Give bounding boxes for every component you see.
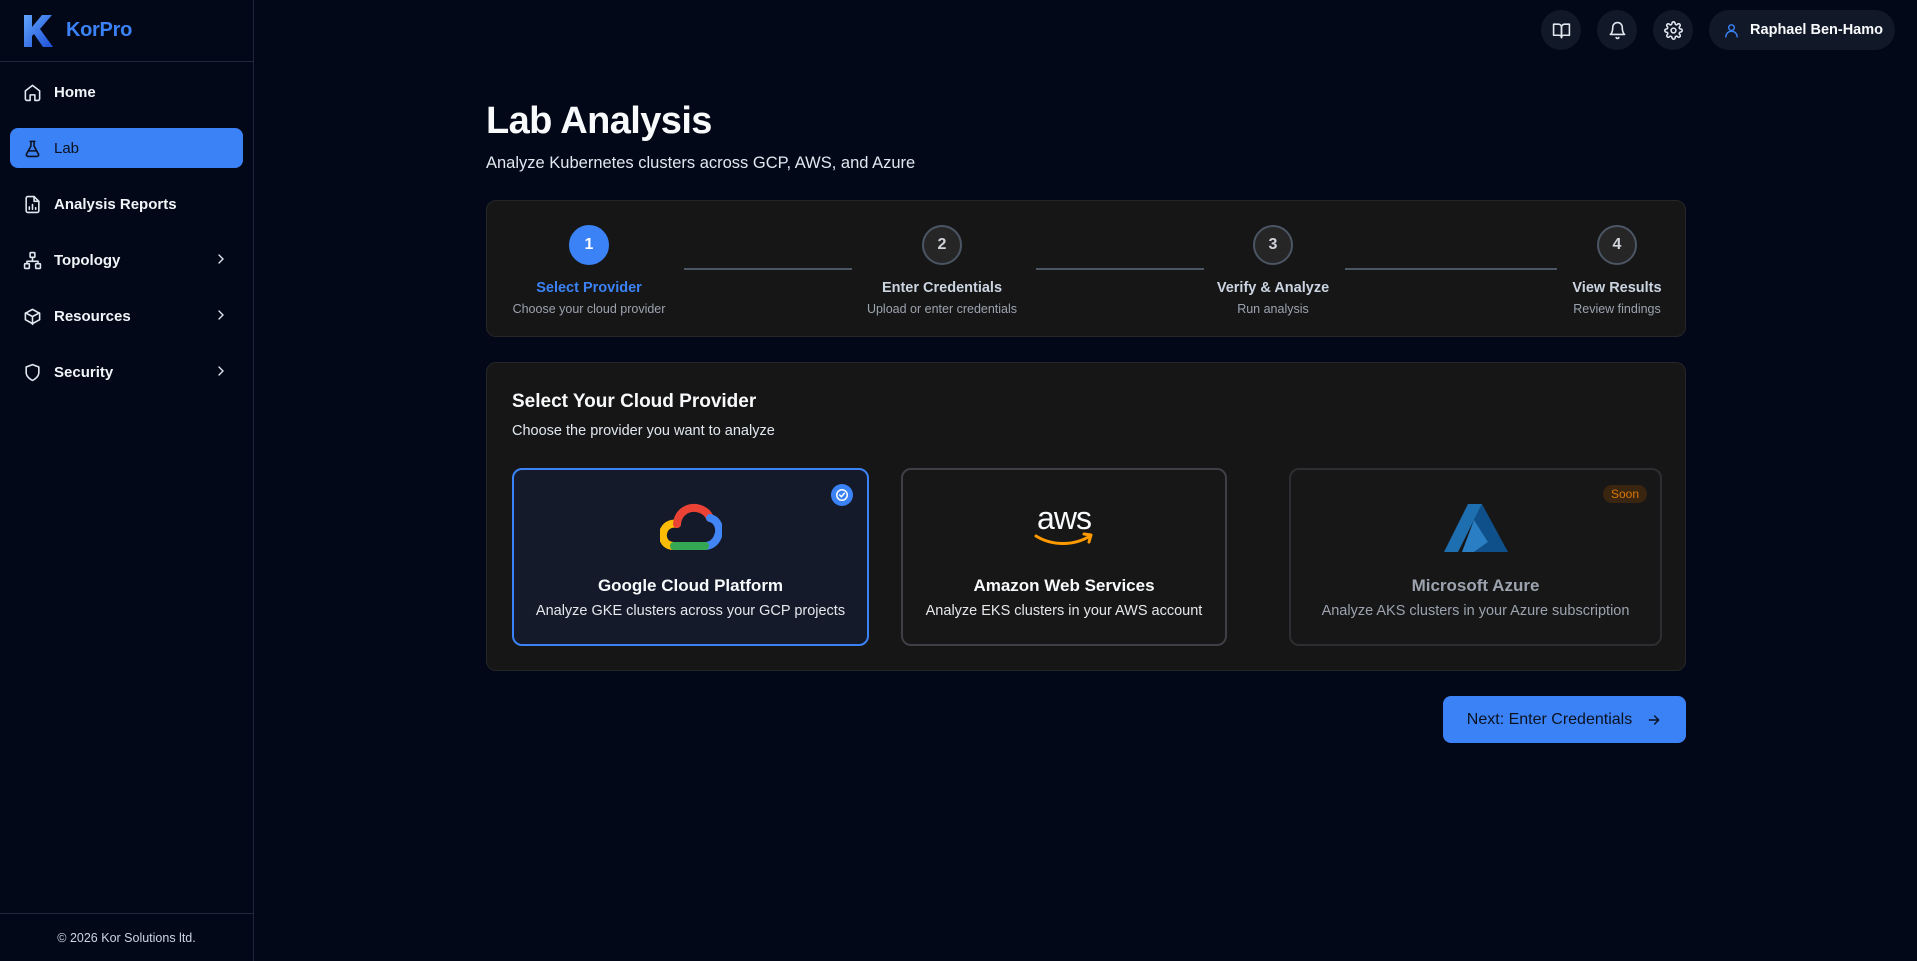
step-label: Verify & Analyze <box>1216 280 1330 296</box>
step-description: Run analysis <box>1237 302 1309 316</box>
topology-icon <box>22 250 42 270</box>
book-icon <box>1552 22 1570 38</box>
panel-subtitle: Choose the provider you want to analyze <box>512 423 775 439</box>
page-subtitle: Analyze Kubernetes clusters across GCP, … <box>486 154 916 172</box>
provider-description: Analyze GKE clusters across your GCP pro… <box>535 603 846 619</box>
shield-icon <box>22 362 42 382</box>
app-name: KorPro <box>66 19 132 41</box>
page-title: Lab Analysis <box>486 100 712 142</box>
arrow-right-icon <box>1648 714 1660 725</box>
sidebar: KorPro Home Lab Analysis Reports Topolog… <box>0 0 254 961</box>
svg-text:aws: aws <box>1037 502 1091 536</box>
gear-icon <box>1663 20 1683 40</box>
provider-card-aws[interactable]: aws Amazon Web Services Analyze EKS clus… <box>901 468 1227 646</box>
provider-name: Google Cloud Platform <box>597 576 784 595</box>
soon-badge: Soon <box>1602 485 1647 503</box>
step-label: Select Provider <box>536 280 642 296</box>
topbar: Raphael Ben-Hamo <box>1541 10 1895 50</box>
step-connector <box>684 268 852 270</box>
sidebar-item-resources[interactable]: Resources <box>10 296 243 336</box>
provider-panel: Select Your Cloud Provider Choose the pr… <box>486 362 1686 671</box>
step-select-provider[interactable]: 1 Select Provider Choose your cloud prov… <box>489 225 689 316</box>
notifications-button[interactable] <box>1597 10 1638 50</box>
provider-card-azure: Soon Microsoft Azure Analyze AKS cluster… <box>1289 468 1662 646</box>
provider-name: Microsoft Azure <box>1411 576 1540 595</box>
user-icon <box>1725 23 1738 38</box>
aws-logo-icon: aws <box>903 502 1225 554</box>
step-description: Upload or enter credentials <box>866 302 1018 316</box>
sidebar-item-label: Security <box>54 363 114 381</box>
bell-icon <box>1609 21 1625 39</box>
provider-description: Analyze EKS clusters in your AWS account <box>925 603 1203 619</box>
sidebar-item-topology[interactable]: Topology <box>10 240 243 280</box>
settings-button[interactable] <box>1653 10 1694 50</box>
report-icon <box>22 194 42 214</box>
chevron-right-icon <box>218 366 224 376</box>
brand[interactable]: KorPro <box>0 0 253 62</box>
sidebar-nav: Home Lab Analysis Reports Topology Resou… <box>0 62 253 418</box>
docs-button[interactable] <box>1541 10 1582 50</box>
next-button-label: Next: Enter Credentials <box>1466 710 1633 728</box>
provider-card-gcp[interactable]: Google Cloud Platform Analyze GKE cluste… <box>512 468 869 646</box>
sidebar-item-lab[interactable]: Lab <box>10 128 243 168</box>
step-description: Review findings <box>1573 302 1661 316</box>
chevron-right-icon <box>218 310 224 320</box>
panel-title: Select Your Cloud Provider <box>512 391 757 412</box>
step-number: 2 <box>922 225 962 265</box>
chevron-right-icon <box>218 254 224 264</box>
next-button[interactable]: Next: Enter Credentials <box>1443 696 1686 743</box>
korpro-logo-icon <box>24 14 53 47</box>
step-number: 1 <box>569 225 609 265</box>
sidebar-item-label: Resources <box>54 307 131 325</box>
step-verify-analyze[interactable]: 3 Verify & Analyze Run analysis <box>1173 225 1373 316</box>
step-number: 3 <box>1253 225 1293 265</box>
wizard-stepper: 1 Select Provider Choose your cloud prov… <box>486 200 1686 337</box>
azure-logo-icon <box>1291 502 1660 554</box>
step-description: Choose your cloud provider <box>512 302 666 316</box>
flask-icon <box>22 138 42 158</box>
user-menu-button[interactable]: Raphael Ben-Hamo <box>1709 10 1895 50</box>
step-number: 4 <box>1597 225 1637 265</box>
cube-icon <box>22 306 42 326</box>
home-icon <box>22 82 42 102</box>
sidebar-item-label: Home <box>54 83 96 101</box>
step-label: Enter Credentials <box>881 280 1003 296</box>
sidebar-item-home[interactable]: Home <box>10 72 243 112</box>
google-cloud-logo-icon <box>514 502 867 554</box>
provider-description: Analyze AKS clusters in your Azure subsc… <box>1321 603 1630 619</box>
user-name: Raphael Ben-Hamo <box>1750 22 1883 38</box>
sidebar-item-analysis-reports[interactable]: Analysis Reports <box>10 184 243 224</box>
sidebar-item-security[interactable]: Security <box>10 352 243 392</box>
step-enter-credentials[interactable]: 2 Enter Credentials Upload or enter cred… <box>842 225 1042 316</box>
sidebar-item-label: Analysis Reports <box>54 195 177 213</box>
step-label: View Results <box>1572 280 1662 296</box>
sidebar-item-label: Lab <box>54 139 80 157</box>
step-view-results[interactable]: 4 View Results Review findings <box>1517 225 1717 316</box>
sidebar-footer: © 2026 Kor Solutions ltd. <box>0 913 253 961</box>
provider-name: Amazon Web Services <box>973 576 1155 595</box>
sidebar-item-label: Topology <box>54 251 121 269</box>
